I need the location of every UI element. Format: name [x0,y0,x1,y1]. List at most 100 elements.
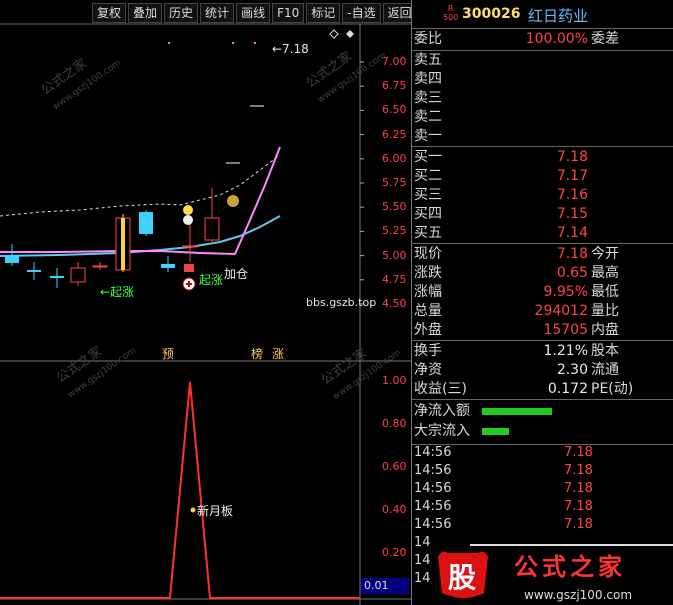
top-dots [168,42,256,44]
tick-price: 7.18 [564,499,593,514]
candle-body [27,270,41,272]
tick-time: 14 [414,553,431,568]
stat2-value: 1.21% [543,343,588,359]
jia-cang-label: 加仓 [224,267,249,281]
diamond-icons[interactable] [329,29,354,39]
stat-label-2: 量比 [591,303,619,319]
indicator-tick-label: 0.40 [382,503,407,516]
high-price-marker: ←7.18 [272,42,309,56]
stat-label: 涨幅 [414,284,442,300]
stat2-row: 净资 2.30 流通 [412,361,673,380]
svg-text:www.gszj100.com: www.gszj100.com [524,588,632,602]
stock-code: 300026 [462,6,521,22]
price-tick-label: 7.00 [382,55,407,68]
buy-row: 买四 7.15 [412,205,673,224]
buy-row: 买一 7.18 [412,148,673,167]
stat-value: 7.18 [556,246,588,262]
flow-bar [482,408,552,415]
price-tick-label: 6.75 [382,79,407,93]
candle-body [182,245,198,248]
buy-label: 买一 [414,149,442,165]
candle-body [70,267,86,283]
stat-label-2: 最高 [591,265,619,281]
tick-time: 14 [414,535,431,550]
stat-row: 外盘 15705 内盘 [412,321,673,340]
indicator-tick-label: 0.20 [382,546,407,559]
indicator-tick-label: 1.00 [382,374,407,387]
flow-label: 大宗流入 [414,423,470,439]
stat-row: 现价 7.18 今开 [412,245,673,264]
price-tick-label: 6.50 [382,103,407,117]
sell-row: 卖一 [412,127,673,146]
stat-label: 外盘 [414,322,442,338]
indicator-line [0,381,360,599]
price-tick-label: 5.00 [382,248,407,262]
quote-panel: R 500 300026 红日药业 委比 100.00% 委差 卖五 卖四 卖三 卖二卖… [411,0,673,605]
flow-row: 大宗流入 [412,422,673,441]
buy-label: 买五 [414,225,442,241]
sell-label: 卖一 [414,128,442,144]
signal-label-bang: 榜 [251,347,264,361]
candle-body [139,212,153,234]
weibi-row: 委比 100.00% 委差 [414,31,619,47]
stat-label: 总量 [414,303,442,319]
tick-time: 14:56 [414,445,452,460]
stat2-label: 换手 [414,343,442,359]
sell-label: 卖二 [414,109,442,125]
indicator-tick-label: 0.60 [382,460,407,473]
white-signal-icon [183,215,193,225]
stat-label: 现价 [414,246,442,262]
candle-body [50,276,64,278]
gszj-logo: 股 公式之家 www.gszj100.com [438,544,673,602]
sell-label: 卖三 [414,90,442,106]
price-tick-label: 6.25 [382,127,407,141]
flow-row: 净流入额 [412,402,673,421]
stat2-label-2: 股本 [591,343,619,359]
signal-label-yu: 预 [162,347,175,361]
tick-price: 7.18 [564,463,593,478]
price-tick-label: 5.25 [382,224,407,238]
signal-label-zhang: 涨 [272,347,285,361]
price-tick-label: 6.00 [382,151,407,165]
indicator-dot [190,507,196,513]
stock-terminal: 复权 叠加 历史 统计 画线 F10 标记 -自选 返回 公式之家 www.gszj100.co… [0,0,673,605]
diamond-filled-icon [346,30,354,38]
buy-row: 买二 7.17 [412,167,673,186]
stat-value: 15705 [543,322,588,338]
candle-body [5,255,19,263]
gold-bar [121,218,125,270]
watermark: 公式之家 www.gszj100.com 公式之家 www.gszj100.co… [38,48,403,402]
stat-row: 总量 294012 量比 [412,302,673,321]
tick-price: 7.18 [564,517,593,532]
stat-label-2: 内盘 [591,322,619,338]
stat-row: 涨跌 0.65 最高 [412,264,673,283]
buy-row: 买三 7.16 [412,186,673,205]
source-label: bbs.gszb.top [306,296,377,309]
buy-row: 买五 7.14 [412,224,673,243]
upper-band-line [0,154,281,217]
sell-label: 卖五 [414,52,442,68]
flow-bar [482,428,509,435]
r500-badge: R 500 [443,4,459,22]
tick-price: 7.18 [564,445,593,460]
stat-row: 涨幅 9.95% 最低 [412,283,673,302]
indicator-tick-label: 0.80 [382,417,407,430]
buy-price: 7.14 [556,225,588,241]
stock-name[interactable]: 红日药业 [528,5,588,26]
indicator-label: 新月板 [197,504,234,518]
candle-body [92,265,108,268]
buy-label: 买三 [414,187,442,203]
stat2-row: 换手 1.21% 股本 [412,342,673,361]
price-tick-label: 4.50 [382,297,407,310]
svg-text:公式之家: 公式之家 [514,553,626,581]
buy-label: 买二 [414,168,442,184]
stat2-label-2: PE(动) [591,381,634,397]
flow-label: 净流入额 [414,403,470,419]
stat2-value: 2.30 [556,362,588,378]
candle-body [161,264,175,268]
tick-time: 14:56 [414,481,452,496]
stat2-label: 净资 [414,362,442,378]
money-bag-icon [227,195,239,207]
sell-row: 卖五 [412,51,673,70]
buy-price: 7.17 [556,168,588,184]
